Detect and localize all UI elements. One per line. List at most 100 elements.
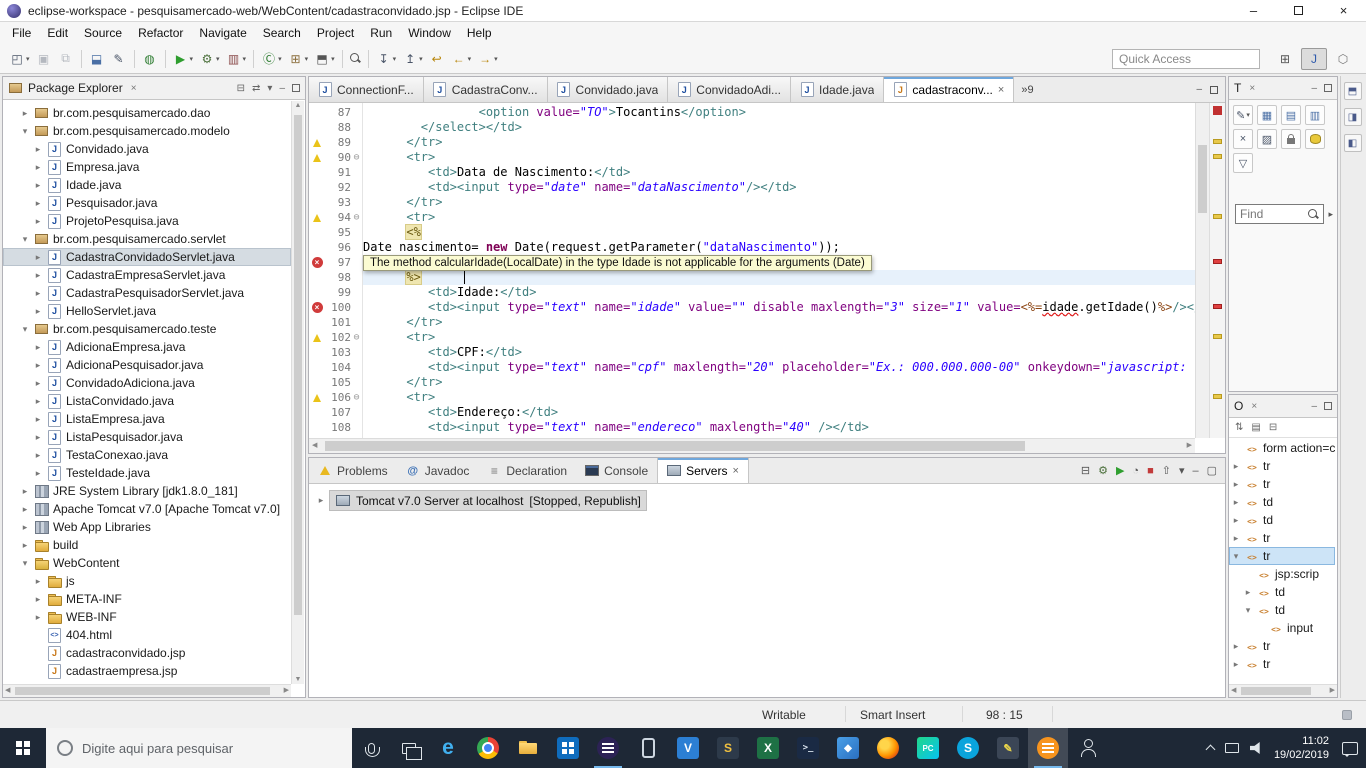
scrollbar-thumb[interactable] (1241, 687, 1311, 695)
code-line[interactable]: </tr> (363, 315, 1195, 330)
tree-item[interactable]: 404.html (3, 626, 291, 644)
expand-arrow-icon[interactable]: ▸ (33, 576, 43, 587)
expand-arrow-icon[interactable]: ▸ (33, 378, 43, 389)
expand-arrow-icon[interactable]: ▾ (20, 324, 30, 335)
taskbar-app-microsoft-store[interactable] (548, 728, 588, 768)
menu-project[interactable]: Project (309, 23, 362, 43)
stop-server-icon[interactable]: ■ (1147, 465, 1154, 477)
tree-item[interactable]: ▸ ProjetoPesquisa.java (3, 212, 291, 230)
expand-arrow-icon[interactable]: ▸ (316, 495, 326, 506)
taskbar-app-edge[interactable] (428, 728, 468, 768)
scrollbar-thumb[interactable] (294, 115, 302, 615)
maximize-view-icon[interactable]: ▢ (1207, 464, 1217, 477)
editor-tab[interactable]: ConnectionF... (309, 77, 424, 102)
outline-item[interactable]: input (1229, 619, 1335, 637)
expand-arrow-icon[interactable]: ▸ (20, 504, 30, 515)
minimize-window-button[interactable]: – (1231, 0, 1276, 21)
tree-item[interactable]: ▸ ListaConvidado.java (3, 392, 291, 410)
taskbar-app-pycharm[interactable] (908, 728, 948, 768)
next-annotation-button[interactable]: ↧ ▾ (373, 49, 400, 69)
scroll-left-icon[interactable]: ◀ (312, 441, 317, 449)
debug-server-icon[interactable]: ⚙ (1098, 464, 1108, 477)
expand-arrow-icon[interactable]: ▾ (20, 234, 30, 245)
code-line[interactable]: <td>Data de Nascimento:</td> (363, 165, 1195, 180)
scroll-left-icon[interactable]: ◀ (1231, 686, 1236, 694)
code-line[interactable]: <tr> (363, 210, 1195, 225)
clock[interactable]: 11:02 19/02/2019 (1274, 734, 1329, 762)
scroll-down-icon[interactable]: ▼ (292, 676, 304, 683)
link-with-editor-button[interactable]: ⇄ (252, 83, 260, 94)
back-button[interactable]: ← ▾ (448, 49, 475, 69)
save-all-button[interactable]: ⧉ (55, 49, 77, 69)
overview-ruler[interactable] (1209, 103, 1225, 438)
expand-arrow-icon[interactable]: ▸ (1231, 659, 1241, 670)
scrollbar-thumb[interactable] (15, 687, 270, 695)
code-line[interactable]: <td><input type="text" name="endereco" m… (363, 420, 1195, 435)
vertical-scrollbar[interactable] (1195, 103, 1209, 438)
tree-item[interactable]: ▾ br.com.pesquisamercado.servlet (3, 230, 291, 248)
server-row[interactable]: ▸ Tomcat v7.0 Server at localhost [Stopp… (316, 491, 1225, 510)
close-window-button[interactable]: × (1321, 0, 1366, 21)
new-java-class-button[interactable]: Ⓒ ▾ (258, 49, 285, 69)
coverage-button[interactable]: ▥ ▾ (223, 49, 250, 69)
horizontal-scrollbar[interactable]: ◀ ▶ (3, 684, 291, 697)
code-line[interactable]: </select></td> (363, 120, 1195, 135)
tree-item[interactable]: ▸ CadastraPesquisadorServlet.java (3, 284, 291, 302)
expand-arrow-icon[interactable]: ▸ (1231, 497, 1241, 508)
fold-collapse-icon[interactable]: ⊖ (351, 212, 362, 223)
outline-item[interactable]: ▾ tr (1229, 547, 1335, 565)
expand-arrow-icon[interactable]: ▾ (1231, 551, 1241, 562)
view-menu-button[interactable]: ▾ (267, 83, 272, 94)
filter-icon[interactable]: ▤ (1251, 422, 1260, 433)
outline-item[interactable]: jsp:scrip (1229, 565, 1335, 583)
taskbar-app-your-phone[interactable] (628, 728, 668, 768)
editor-tab[interactable]: CadastraConv... (423, 77, 548, 102)
maximize-view-button[interactable] (1324, 84, 1332, 92)
menu-file[interactable]: File (4, 23, 39, 43)
close-view-icon[interactable]: × (1249, 83, 1255, 94)
fold-collapse-icon[interactable]: ⊖ (351, 332, 362, 343)
expand-arrow-icon[interactable]: ▸ (33, 306, 43, 317)
open-console-button[interactable]: ⬓ (86, 49, 108, 69)
expand-arrow-icon[interactable]: ▸ (33, 270, 43, 281)
scroll-right-icon[interactable]: ▶ (284, 686, 289, 694)
view-menu-icon[interactable]: ▾ (1179, 464, 1185, 477)
code-line[interactable]: <td><input type="date" name="dataNascime… (363, 180, 1195, 195)
expand-arrow-icon[interactable]: ▸ (20, 108, 30, 119)
outline-item[interactable]: form action=c (1229, 439, 1335, 457)
expand-arrow-icon[interactable]: ▸ (33, 432, 43, 443)
minimize-view-icon[interactable]: – (1192, 465, 1198, 477)
open-perspective-button[interactable]: ⊞ (1272, 48, 1298, 70)
menu-navigate[interactable]: Navigate (191, 23, 254, 43)
minimized-view-2-button[interactable]: ◧ (1343, 134, 1362, 152)
view-tab-console[interactable]: Console (576, 458, 657, 483)
expand-arrow-icon[interactable]: ▸ (1231, 533, 1241, 544)
start-button[interactable] (0, 728, 46, 768)
code-line[interactable]: <option value="TO">Tocantins</option> (363, 105, 1195, 120)
forward-button[interactable]: → ▾ (474, 49, 501, 69)
expand-icon[interactable]: ▸ (1328, 209, 1333, 220)
collapse-all-button[interactable]: ⊟ (237, 83, 245, 94)
java-ee-perspective-button[interactable]: J (1301, 47, 1327, 70)
outline-item[interactable]: ▸ td (1229, 493, 1335, 511)
code-line[interactable]: <td>CPF:</td> (363, 345, 1195, 360)
scroll-left-icon[interactable]: ◀ (5, 686, 10, 694)
code-line[interactable]: <td>Endereço:</td> (363, 405, 1195, 420)
previous-annotation-button[interactable]: ↥ ▾ (399, 49, 426, 69)
table-grid-button[interactable]: ▦ (1257, 105, 1277, 125)
quick-access-field[interactable]: Quick Access (1112, 48, 1260, 69)
volume-tray-icon[interactable] (1249, 742, 1260, 754)
tree-item[interactable]: ▸ HelloServlet.java (3, 302, 291, 320)
code-line[interactable]: <tr> (363, 330, 1195, 345)
outline-item[interactable]: ▸ tr (1229, 475, 1335, 493)
collapse-all-icon[interactable]: ⊟ (1081, 464, 1090, 477)
table-cols-button[interactable]: ▥ (1305, 105, 1325, 125)
action-center-icon[interactable] (1342, 741, 1358, 757)
tree-item[interactable]: ▸ build (3, 536, 291, 554)
tree-item[interactable]: ▸ CadastraEmpresaServlet.java (3, 266, 291, 284)
scrollbar-thumb[interactable] (1198, 145, 1207, 213)
database-button[interactable] (1305, 129, 1325, 149)
expand-arrow-icon[interactable]: ▸ (33, 144, 43, 155)
code-line[interactable]: <td>Idade:</td> (363, 285, 1195, 300)
expand-arrow-icon[interactable]: ▸ (33, 252, 43, 263)
